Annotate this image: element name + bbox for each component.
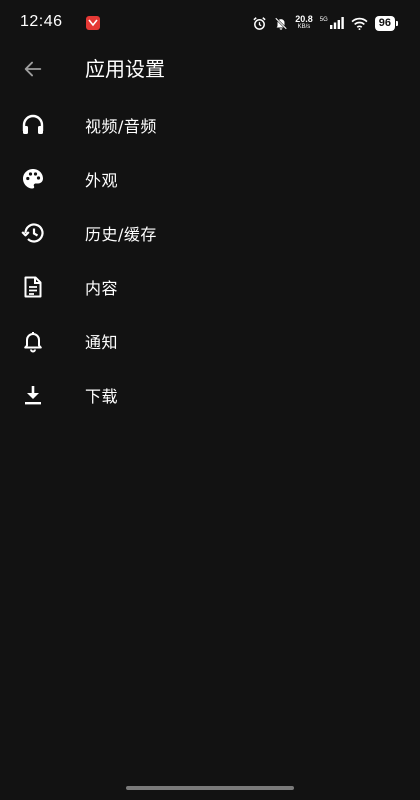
network-speed: 20.8 KB/s <box>295 15 313 31</box>
menu-item-label: 历史/缓存 <box>85 225 157 244</box>
network-type: 5G <box>319 17 328 23</box>
alarm-icon <box>252 16 267 31</box>
history-icon <box>20 220 46 246</box>
menu-item-appearance[interactable]: 外观 <box>0 152 420 206</box>
status-time: 12:46 <box>20 13 63 30</box>
app-notification-icon <box>86 16 100 30</box>
settings-menu: 视频/音频 外观 历史/缓存 内容 通知 下载 <box>0 98 420 422</box>
palette-icon <box>20 166 46 192</box>
status-icons: 20.8 KB/s 5G 96 <box>252 14 398 32</box>
menu-item-label: 下载 <box>85 387 119 406</box>
menu-item-content[interactable]: 内容 <box>0 260 420 314</box>
battery-tip <box>396 20 398 26</box>
menu-item-label: 通知 <box>85 333 119 352</box>
arrow-back-icon <box>24 61 42 77</box>
notifications-off-icon <box>274 16 288 31</box>
menu-item-notifications[interactable]: 通知 <box>0 314 420 368</box>
status-bar: 12:46 20.8 KB/s 5G 96 <box>0 0 420 44</box>
gesture-nav-handle[interactable] <box>126 786 294 790</box>
battery-icon: 96 <box>374 15 398 31</box>
app-bar: 应用设置 <box>0 44 420 94</box>
wifi-icon <box>351 17 368 30</box>
signal-icon: 5G <box>320 17 344 29</box>
menu-item-label: 视频/音频 <box>85 117 157 136</box>
menu-item-label: 外观 <box>85 171 119 190</box>
headphones-icon <box>20 112 46 138</box>
document-icon <box>20 274 46 300</box>
back-button[interactable] <box>18 54 48 84</box>
menu-item-label: 内容 <box>85 279 119 298</box>
menu-item-downloads[interactable]: 下载 <box>0 368 420 422</box>
download-icon <box>20 382 46 408</box>
page-title: 应用设置 <box>85 57 165 81</box>
bell-icon <box>20 328 46 354</box>
battery-level: 96 <box>374 15 395 31</box>
network-speed-value: 20.8 <box>295 14 313 24</box>
menu-item-history-cache[interactable]: 历史/缓存 <box>0 206 420 260</box>
network-speed-unit: KB/s <box>297 24 311 30</box>
menu-item-video-audio[interactable]: 视频/音频 <box>0 98 420 152</box>
